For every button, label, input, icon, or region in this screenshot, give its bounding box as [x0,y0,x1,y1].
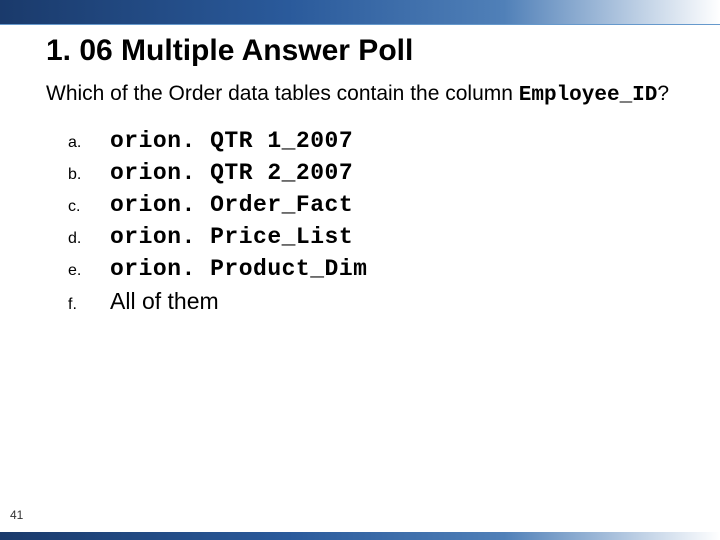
option-text: orion. Price_List [110,224,353,250]
question-suffix: ? [657,82,669,105]
option-f: f. All of them [68,288,690,315]
question-code: Employee_ID [519,84,658,107]
option-d: d. orion. Price_List [68,224,690,250]
option-letter: b. [68,166,110,184]
page-number: 41 [10,508,23,522]
option-letter: d. [68,230,110,248]
question-text: Which of the Order data tables contain t… [46,80,690,110]
footer-bar [0,532,720,540]
option-letter: f. [68,296,110,314]
option-text: orion. QTR 1_2007 [110,128,353,154]
slide-content: 1. 06 Multiple Answer Poll Which of the … [46,34,690,321]
question-prefix: Which of the Order data tables contain t… [46,82,519,105]
slide-title: 1. 06 Multiple Answer Poll [46,34,690,68]
option-text: orion. Product_Dim [110,256,367,282]
option-text: orion. QTR 2_2007 [110,160,353,186]
option-b: b. orion. QTR 2_2007 [68,160,690,186]
option-a: a. orion. QTR 1_2007 [68,128,690,154]
option-e: e. orion. Product_Dim [68,256,690,282]
header-bar [0,0,720,25]
option-letter: a. [68,134,110,152]
option-text: orion. Order_Fact [110,192,353,218]
option-c: c. orion. Order_Fact [68,192,690,218]
option-letter: e. [68,262,110,280]
options-list: a. orion. QTR 1_2007 b. orion. QTR 2_200… [68,128,690,315]
option-text: All of them [110,288,219,315]
option-letter: c. [68,198,110,216]
